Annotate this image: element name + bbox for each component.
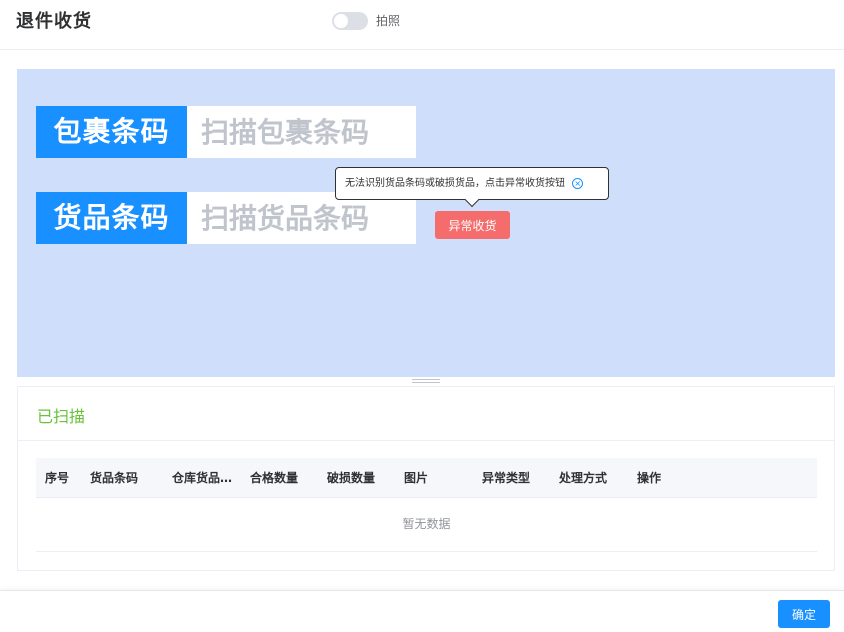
empty-state: 暂无数据 <box>36 498 817 552</box>
column-header: 合格数量 <box>250 471 299 485</box>
close-circle-icon[interactable]: × <box>572 177 584 189</box>
tooltip-text: 无法识别货品条码或破损货品，点击异常收货按钮 <box>345 178 565 189</box>
goods-barcode-label: 货品条码 <box>36 192 187 244</box>
column-header: 处理方式 <box>559 471 608 485</box>
abnormal-hint-tooltip: 无法识别货品条码或破损货品，点击异常收货按钮 × <box>335 167 609 208</box>
footer-bar: 确定 <box>0 590 844 632</box>
package-barcode-input[interactable] <box>187 106 416 158</box>
column-header: 图片 <box>404 471 429 485</box>
photo-toggle-label: 拍照 <box>376 14 401 28</box>
photo-toggle[interactable] <box>332 12 368 30</box>
scanned-title: 已扫描 <box>37 407 86 426</box>
column-header: 货品条码 <box>90 471 139 485</box>
tooltip-arrow <box>464 192 480 208</box>
scan-panel: 包裹条码 货品条码 无法识别货品条码或破损货品，点击异常收货按钮 × 异常收货 <box>17 69 835 377</box>
package-barcode-label: 包裹条码 <box>36 106 187 158</box>
scanned-table: 序号 货品条码 仓库货品… 合格数量 破损数量 图片 异常类型 处理方式 操作 … <box>36 458 817 552</box>
confirm-button[interactable]: 确定 <box>778 600 830 628</box>
package-barcode-row: 包裹条码 <box>36 106 416 158</box>
toggle-knob <box>334 14 348 28</box>
column-header: 仓库货品… <box>172 471 233 485</box>
scanned-card-header: 已扫描 <box>18 387 834 441</box>
abnormal-receive-button[interactable]: 异常收货 <box>435 211 510 239</box>
scanned-card: 已扫描 序号 货品条码 仓库货品… 合格数量 破损数量 图片 异常类型 处理方式… <box>17 386 835 571</box>
page-title: 退件收货 <box>16 11 92 32</box>
resize-handle[interactable] <box>412 379 440 384</box>
column-header: 序号 <box>45 471 70 485</box>
column-header: 操作 <box>637 471 662 485</box>
column-header: 异常类型 <box>482 471 531 485</box>
column-header: 破损数量 <box>327 471 376 485</box>
page-header: 退件收货 拍照 <box>0 0 844 50</box>
table-header: 序号 货品条码 仓库货品… 合格数量 破损数量 图片 异常类型 处理方式 操作 <box>36 458 817 498</box>
